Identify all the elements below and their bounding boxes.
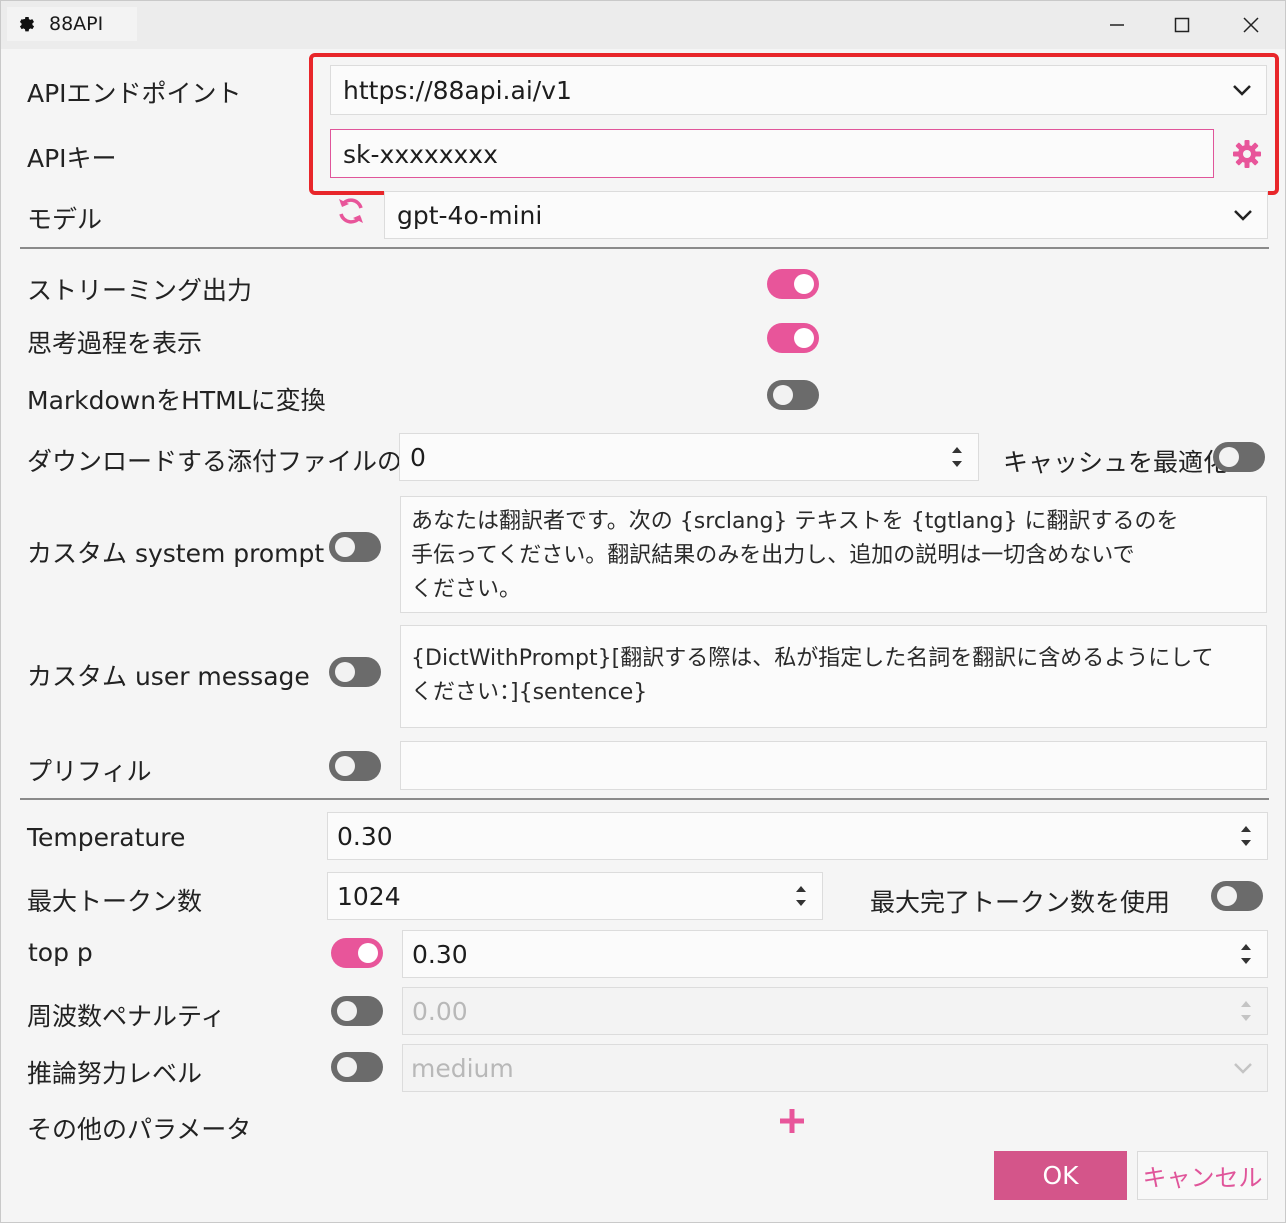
section-divider [20,798,1269,800]
maximize-button[interactable] [1148,1,1216,49]
system-prompt-toggle[interactable] [329,532,381,562]
top-p-spinbox[interactable]: 0.30 [402,930,1268,978]
section-divider [20,247,1269,249]
close-button[interactable] [1217,1,1285,49]
markdown-toggle[interactable] [767,380,819,410]
attachments-value: 0 [410,443,426,472]
chevron-down-icon [1234,210,1252,221]
user-message-text: {DictWithPrompt}[翻訳する際は、私が指定した名詞を翻訳に含めるよ… [411,646,1214,705]
maximize-icon [1174,17,1190,33]
top-p-value: 0.30 [412,940,468,969]
plus-icon[interactable] [777,1106,807,1140]
reasoning-toggle[interactable] [331,1052,383,1082]
max-completion-label: 最大完了トークン数を使用 [870,888,1171,917]
attachments-label: ダウンロードする添付ファイルの数 [27,447,428,476]
reasoning-label: 推論努力レベル [27,1059,203,1088]
top-p-label: top p [28,938,93,967]
max-tokens-value: 1024 [337,882,401,911]
spinner-arrows-icon[interactable] [950,443,964,471]
prefill-label: プリフィル [27,757,152,786]
user-message-label: カスタム user message [27,662,310,691]
streaming-toggle[interactable] [767,269,819,299]
gear-icon [17,14,37,38]
refresh-icon[interactable] [335,195,367,231]
cancel-button[interactable]: キャンセル [1137,1151,1268,1200]
prefill-toggle[interactable] [329,751,381,781]
thinking-toggle[interactable] [767,323,819,353]
settings-window: 88API APIエンドポイント https://88api.ai/v1 API… [0,0,1286,1223]
highlight-box [309,53,1279,195]
chevron-down-icon [1234,1063,1252,1074]
freq-penalty-spinbox[interactable]: 0.00 [402,987,1268,1035]
streaming-label: ストリーミング出力 [27,276,253,305]
api-key-label: APIキー [27,144,117,173]
freq-penalty-value: 0.00 [412,997,468,1026]
max-tokens-spinbox[interactable]: 1024 [327,872,823,920]
system-prompt-textarea[interactable]: あなたは翻訳者です。次の {srclang} テキストを {tgtlang} に… [400,496,1267,613]
close-icon [1243,17,1259,33]
cache-toggle[interactable] [1213,442,1265,472]
system-prompt-text: あなたは翻訳者です。次の {srclang} テキストを {tgtlang} に… [411,509,1179,602]
temperature-value: 0.30 [337,822,393,851]
temperature-spinbox[interactable]: 0.30 [327,812,1268,860]
freq-penalty-label: 周波数ペナルティ [27,1002,226,1031]
other-params-label: その他のパラメータ [27,1115,252,1144]
cache-label: キャッシュを最適化 [1003,448,1229,477]
prefill-input[interactable] [400,741,1267,790]
minimize-icon [1110,24,1124,26]
spinner-arrows-icon[interactable] [794,882,808,910]
api-endpoint-label: APIエンドポイント [27,79,242,108]
reasoning-value: medium [411,1054,514,1083]
spinner-arrows-icon[interactable] [1239,997,1253,1025]
spinner-arrows-icon[interactable] [1239,822,1253,850]
top-p-toggle[interactable] [331,938,383,968]
markdown-label: MarkdownをHTMLに変換 [27,386,326,415]
minimize-button[interactable] [1083,1,1151,49]
user-message-toggle[interactable] [329,657,381,687]
max-tokens-label: 最大トークン数 [27,887,203,916]
freq-penalty-toggle[interactable] [331,996,383,1026]
user-message-textarea[interactable]: {DictWithPrompt}[翻訳する際は、私が指定した名詞を翻訳に含めるよ… [400,625,1267,728]
temperature-label: Temperature [27,823,186,852]
window-title: 88API [49,13,104,35]
model-value: gpt-4o-mini [397,201,543,230]
spinner-arrows-icon[interactable] [1239,940,1253,968]
attachments-spinbox[interactable]: 0 [399,433,979,481]
thinking-label: 思考過程を表示 [27,329,203,358]
model-select[interactable]: gpt-4o-mini [384,191,1268,239]
model-label: モデル [27,205,103,234]
ok-button[interactable]: OK [994,1151,1127,1200]
reasoning-select[interactable]: medium [402,1044,1268,1092]
system-prompt-label: カスタム system prompt [27,539,325,568]
max-completion-toggle[interactable] [1211,881,1263,911]
